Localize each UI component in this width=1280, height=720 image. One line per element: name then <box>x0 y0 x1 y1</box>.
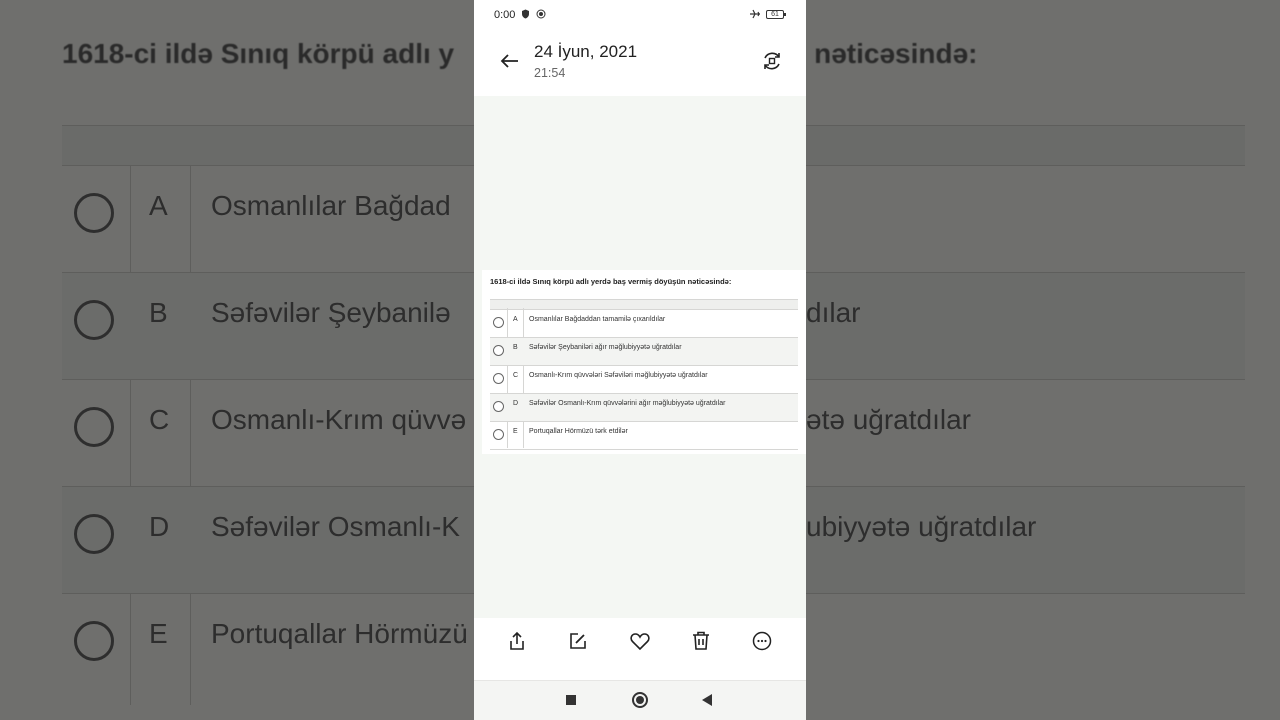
background-text: Osmanlılar Bağdad <box>211 190 451 221</box>
background-text-tail: dılar <box>806 297 861 328</box>
option-text: Səfəvilər Şeybaniləri ağır məğlubiyyətə … <box>529 344 682 351</box>
option-text: Portuqallar Hörmüzü tərk etdilər <box>529 428 628 435</box>
bottom-toolbar <box>474 618 806 680</box>
share-button[interactable] <box>505 629 529 653</box>
background-text: Səfəvilər Şeybanilə <box>211 297 451 328</box>
option-row: E Portuqallar Hörmüzü tərk etdilər <box>490 421 798 450</box>
option-radio <box>493 429 504 440</box>
recents-icon[interactable] <box>566 695 576 705</box>
background-radio <box>74 621 114 661</box>
page-subtitle: 21:54 <box>534 66 566 80</box>
option-text: Osmanlılar Bağdaddan tamamilə çıxarıldıl… <box>529 316 666 323</box>
option-letter: D <box>513 400 519 407</box>
option-radio <box>493 345 504 356</box>
option-row: C Osmanlı-Krım qüvvələri Səfəviləri məğl… <box>490 365 798 393</box>
background-letter: E <box>149 618 168 649</box>
delete-button[interactable] <box>689 629 713 653</box>
option-letter: C <box>513 372 519 379</box>
question-text: 1618-ci ildə Sınıq körpü adlı yerdə baş … <box>490 277 732 286</box>
record-icon <box>536 9 546 19</box>
more-button[interactable] <box>750 629 774 653</box>
background-text-tail: ətə uğratdılar <box>806 404 971 435</box>
back-button[interactable] <box>496 48 524 74</box>
option-letter: E <box>513 428 518 435</box>
shield-icon <box>521 9 530 19</box>
status-bar: 0:00 61 <box>474 0 806 30</box>
table-header <box>490 299 798 309</box>
status-time: 0:00 <box>494 9 516 21</box>
background-letter: B <box>149 297 168 328</box>
phone-screen: 0:00 61 24 İyun, 2021 21:54 1618-ci ildə… <box>474 0 806 720</box>
document-image: 1618-ci ildə Sınıq körpü adlı yerdə baş … <box>482 270 806 454</box>
airplane-icon <box>749 9 761 19</box>
background-text: Portuqallar Hörmüzü <box>211 618 468 649</box>
background-letter: D <box>149 511 170 542</box>
option-radio <box>493 317 504 328</box>
edit-button[interactable] <box>566 629 590 653</box>
option-text: Səfəvilər Osmanlı-Krım qüvvələrini ağır … <box>529 400 726 407</box>
option-radio <box>493 373 504 384</box>
rotate-icon <box>764 52 780 70</box>
edit-icon <box>570 633 586 649</box>
trash-icon <box>693 631 709 650</box>
back-icon[interactable] <box>702 694 712 706</box>
battery-icon: 61 <box>766 10 786 19</box>
page-title: 24 İyun, 2021 <box>534 42 638 61</box>
background-radio <box>74 407 114 447</box>
header: 24 İyun, 2021 21:54 <box>474 30 806 96</box>
heart-icon <box>630 633 650 651</box>
battery-level: 61 <box>771 11 779 18</box>
share-icon <box>510 631 524 650</box>
background-radio <box>74 514 114 554</box>
arrow-left-icon <box>500 54 518 68</box>
background-letter: C <box>149 404 170 435</box>
home-icon[interactable] <box>632 692 648 708</box>
background-letter: A <box>149 190 168 221</box>
option-row: B Səfəvilər Şeybaniləri ağır məğlubiyyət… <box>490 337 798 365</box>
option-radio <box>493 401 504 412</box>
system-navbar <box>474 680 806 720</box>
background-text: Səfəvilər Osmanlı-K <box>211 511 460 542</box>
option-row: D Səfəvilər Osmanlı-Krım qüvvələrini ağı… <box>490 393 798 421</box>
option-letter: A <box>513 316 518 323</box>
rotate-button[interactable] <box>761 50 783 72</box>
favorite-button[interactable] <box>628 629 652 653</box>
option-text: Osmanlı-Krım qüvvələri Səfəviləri məğlub… <box>529 372 708 379</box>
background-text: Osmanlı-Krım qüvvə <box>211 404 467 435</box>
background-question-start: 1618-ci ildə Sınıq körpü adlı y <box>62 38 455 69</box>
background-radio <box>74 193 114 233</box>
background-text-tail: ubiyyətə uğratdılar <box>806 511 1037 542</box>
options-table: A Osmanlılar Bağdaddan tamamilə çıxarıld… <box>490 299 798 450</box>
option-letter: B <box>513 344 518 351</box>
option-row: A Osmanlılar Bağdaddan tamamilə çıxarıld… <box>490 309 798 337</box>
background-radio <box>74 300 114 340</box>
more-icon <box>752 631 772 651</box>
